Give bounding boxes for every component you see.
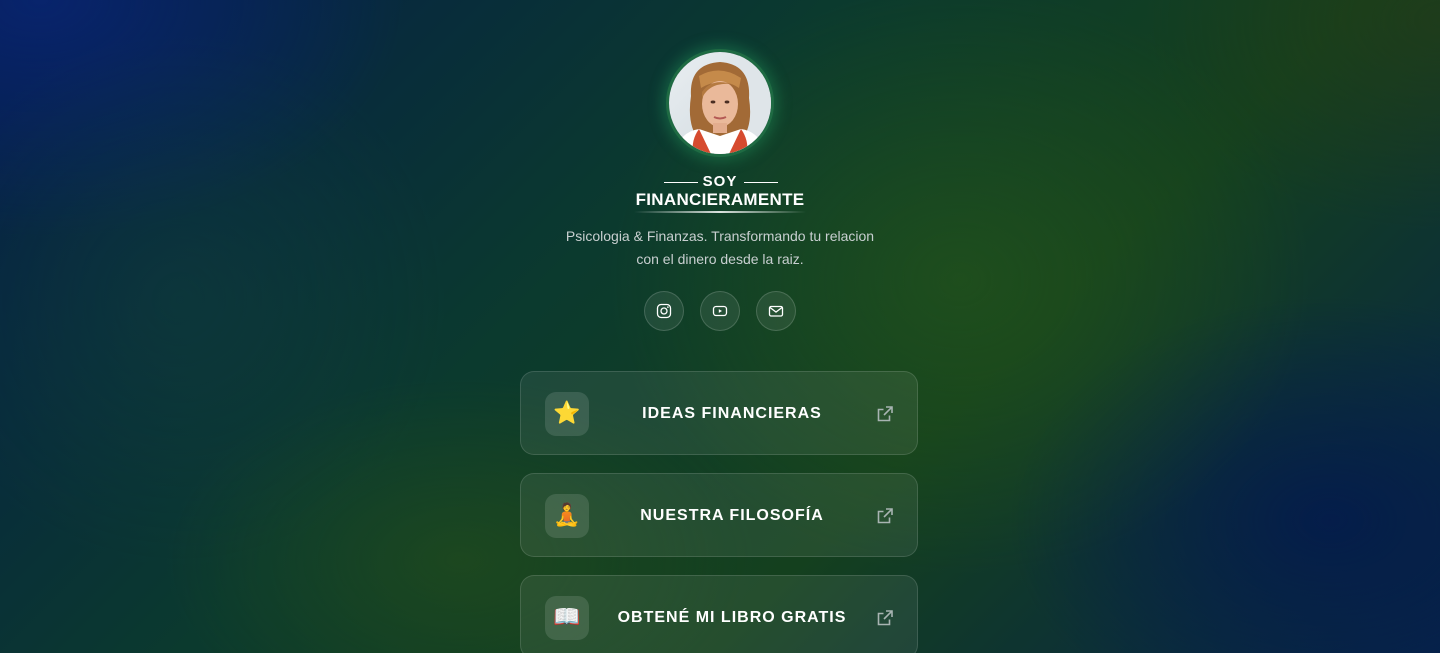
avatar-photo (669, 52, 771, 154)
link-ideas-financieras[interactable]: ⭐ IDEAS FINANCIERAS (520, 371, 918, 455)
mail-icon (768, 305, 784, 317)
link-libro-gratis[interactable]: 📖 OBTENÉ MI LIBRO GRATIS (520, 575, 918, 653)
star-icon: ⭐ (545, 392, 589, 436)
youtube-icon (712, 305, 728, 317)
youtube-button[interactable] (700, 291, 740, 331)
external-link-icon (877, 406, 893, 422)
avatar[interactable] (666, 49, 774, 157)
book-icon: 📖 (545, 596, 589, 640)
bio-text: Psicologia & Finanzas. Transformando tu … (540, 225, 900, 271)
email-button[interactable] (756, 291, 796, 331)
brand-logo: SOY FINANCIERAMENTE (610, 172, 830, 216)
brand-top-text: SOY (702, 173, 738, 190)
link-label: IDEAS FINANCIERAS (642, 405, 822, 422)
link-label: NUESTRA FILOSOFÍA (640, 507, 824, 524)
brand-main-text: FINANCIERAMENTE (635, 190, 805, 209)
instagram-button[interactable] (644, 291, 684, 331)
link-label: OBTENÉ MI LIBRO GRATIS (617, 609, 847, 626)
logo-underline (634, 211, 806, 213)
bio-line-2: con el dinero desde la raiz. (636, 251, 804, 267)
link-nuestra-filosofia[interactable]: 🧘 NUESTRA FILOSOFÍA (520, 473, 918, 557)
external-link-icon (877, 610, 893, 626)
link-in-bio-page: SOY FINANCIERAMENTE Psicologia & Finanza… (0, 0, 1440, 653)
instagram-icon (656, 303, 672, 319)
external-link-icon (877, 508, 893, 524)
meditation-icon: 🧘 (545, 494, 589, 538)
bio-line-1: Psicologia & Finanzas. Transformando tu … (565, 228, 875, 244)
